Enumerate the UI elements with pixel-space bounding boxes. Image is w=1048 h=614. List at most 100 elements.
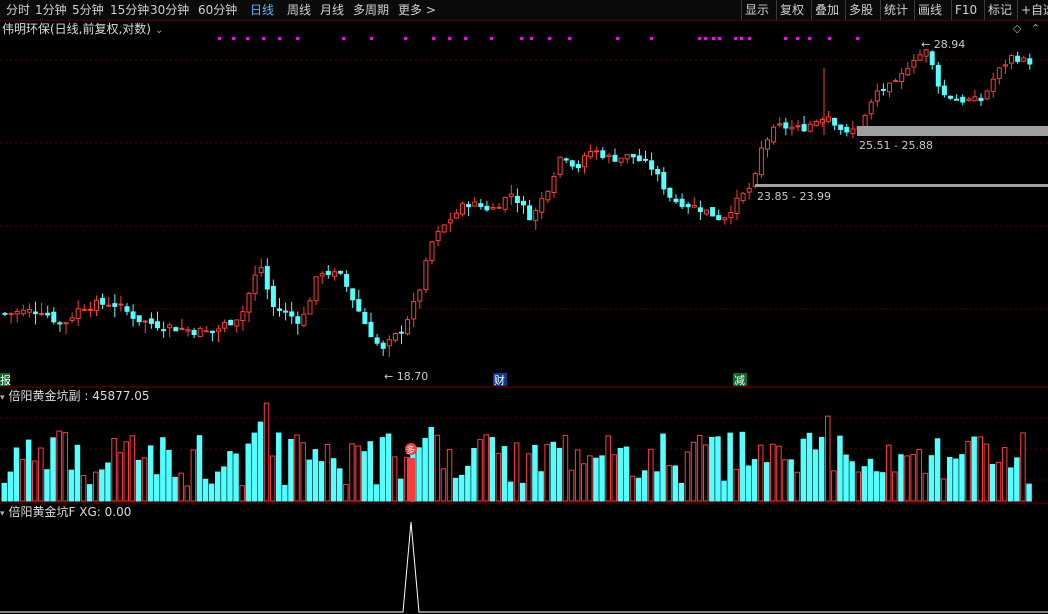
low-price-label: ← 18.70: [384, 370, 428, 383]
indicator1-bar: [794, 471, 800, 502]
candle-body: [917, 54, 923, 61]
indicator1-bar: [385, 433, 392, 502]
candle-body: [667, 187, 673, 198]
candle-body: [264, 266, 270, 290]
candle-body: [325, 270, 331, 275]
candle-body: [417, 289, 423, 302]
indicator1-bar: [251, 432, 258, 502]
indicator1-bar: [111, 437, 117, 502]
indicator1-bar: [25, 439, 32, 502]
indicator1-bar: [495, 452, 502, 502]
candle-body: [838, 124, 844, 130]
indicator2-title[interactable]: ▾ 倍阳黄金坑F XG: 0.00: [0, 505, 131, 521]
indicator1-value: 45877.05: [92, 389, 150, 403]
indicator1-bar: [282, 484, 288, 502]
indicator1-bar: [391, 456, 398, 502]
candle-body: [783, 122, 789, 129]
candle-body: [472, 201, 478, 207]
indicator1-bar: [788, 459, 794, 502]
indicator1-bar: [190, 449, 197, 502]
indicator1-bar: [105, 462, 111, 502]
indicator1-bar: [208, 483, 215, 502]
candle-body: [588, 151, 594, 158]
indicator1-bar: [477, 439, 483, 502]
candle-body: [996, 67, 1002, 79]
candle-body: [972, 96, 978, 102]
candle-body: [362, 312, 368, 325]
event-tag-reduce: 减: [734, 374, 745, 387]
candle-body: [795, 125, 801, 128]
candle-body: [118, 303, 124, 306]
candle-body: [533, 209, 539, 221]
indicator1-bar: [32, 460, 38, 502]
candle-body: [710, 207, 716, 217]
indicator1-title[interactable]: ▾ 倍阳黄金坑副 : 45877.05: [0, 389, 149, 405]
indicator1-bar: [62, 432, 68, 502]
indicator1-bar: [910, 453, 916, 502]
indicator1-bar: [953, 458, 959, 502]
candle-body: [746, 187, 752, 193]
indicator1-bar: [1020, 432, 1026, 502]
indicator1-bar: [635, 477, 642, 502]
signal-dot: [808, 37, 811, 40]
candle-body: [478, 203, 484, 207]
candle-body: [679, 198, 685, 208]
indicator1-bar: [294, 434, 300, 502]
indicator1-bar: [550, 441, 556, 502]
indicator1-bar: [330, 458, 337, 502]
candle-body: [356, 299, 362, 312]
zone-upper-label: 25.51 - 25.88: [859, 139, 933, 152]
candle-body: [954, 98, 960, 101]
indicator1-bar: [867, 458, 874, 502]
indicator1-bar: [642, 470, 648, 502]
candle-body: [496, 206, 502, 209]
indicator1-bar: [74, 444, 81, 502]
candle-body: [612, 154, 618, 162]
candle-body: [649, 160, 655, 170]
candle-body: [179, 327, 185, 330]
candle-body: [935, 64, 941, 87]
signal-dot: [404, 37, 407, 40]
signal-dot: [520, 37, 523, 40]
indicator1-bar: [605, 435, 611, 502]
signal-dot: [784, 37, 787, 40]
collapse-icon[interactable]: ▾: [0, 393, 5, 403]
signal-dot: [740, 37, 743, 40]
candle-body: [399, 331, 404, 334]
signal-dot: [246, 37, 249, 40]
candle-body: [20, 309, 26, 315]
candle-body: [57, 322, 63, 325]
indicator1-bar: [782, 459, 788, 502]
candle-body: [984, 90, 990, 100]
indicator1-bar: [861, 466, 868, 502]
indicator1-bar: [172, 476, 178, 502]
indicator1-bar: [269, 455, 276, 502]
indicator1-bar: [349, 443, 355, 502]
candle-body: [350, 288, 356, 301]
indicator1-bar: [806, 432, 813, 502]
indicator1-bar: [513, 442, 520, 502]
signal-dot: [232, 37, 235, 40]
signal-dot: [548, 37, 551, 40]
indicator1-bar: [678, 482, 685, 502]
candle-body: [1027, 58, 1033, 65]
indicator1-bar: [940, 478, 947, 502]
candle-body: [1015, 55, 1021, 62]
indicator1-bar: [672, 465, 678, 502]
indicator1-bar: [825, 415, 831, 502]
candle-body: [1009, 55, 1014, 64]
candle-body: [289, 311, 295, 317]
candle-body: [887, 82, 892, 93]
indicator1-bar: [489, 437, 495, 502]
candle-body: [777, 123, 783, 126]
candle-body: [844, 126, 850, 133]
indicator1-bar: [1014, 457, 1020, 502]
candle-body: [563, 158, 569, 161]
collapse-icon[interactable]: ▾: [0, 509, 5, 519]
signal-badge-text: 多: [406, 444, 415, 456]
indicator1-bar: [526, 453, 532, 502]
indicator1-bar: [532, 444, 538, 502]
candle-body: [502, 196, 508, 210]
signal-dot: [616, 37, 619, 40]
candle-body: [716, 215, 722, 221]
